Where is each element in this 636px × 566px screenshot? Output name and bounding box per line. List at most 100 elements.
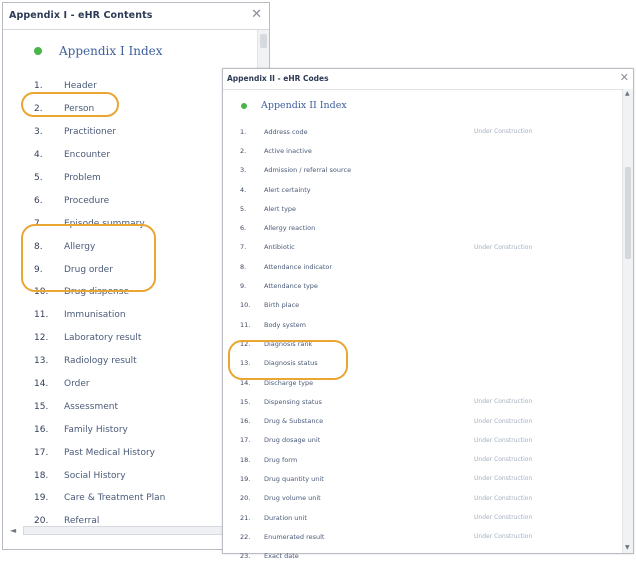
item-link[interactable]: Drug dosage unit — [264, 436, 474, 444]
list-item[interactable]: 4. Encounter — [34, 144, 165, 167]
item-link[interactable]: Assessment — [64, 402, 118, 412]
list-item[interactable]: 5. Problem — [34, 167, 165, 190]
item-link[interactable]: Header — [64, 81, 97, 91]
status-note: Under Construction — [474, 494, 533, 502]
close-icon[interactable]: ✕ — [620, 71, 629, 84]
list-item[interactable]: 23. Exact date — [240, 547, 610, 566]
list-item[interactable]: 11. Body system — [240, 315, 610, 334]
item-number: 17. — [34, 447, 49, 458]
item-link[interactable]: Exact date — [264, 552, 474, 560]
item-link[interactable]: Immunisation — [64, 310, 126, 320]
list-item[interactable]: 16. Drug & Substance Under Construction — [240, 411, 610, 430]
list-item[interactable]: 17. Drug dosage unit Under Construction — [240, 431, 610, 450]
list-item[interactable]: 15. Assessment — [34, 395, 165, 418]
item-link[interactable]: Alert type — [264, 205, 474, 213]
item-link[interactable]: Procedure — [64, 196, 109, 206]
item-link[interactable]: Attendance type — [264, 282, 474, 290]
list-item[interactable]: 3. Admission / referral source — [240, 161, 610, 180]
item-link[interactable]: Duration unit — [264, 514, 474, 522]
item-link[interactable]: Drug quantity unit — [264, 475, 474, 483]
list-item[interactable]: 18. Drug form Under Construction — [240, 450, 610, 469]
item-number: 13. — [34, 356, 49, 367]
status-note: Under Construction — [474, 514, 533, 522]
item-link[interactable]: Order — [64, 379, 90, 389]
item-link[interactable]: Admission / referral source — [264, 166, 474, 174]
item-number: 2. — [240, 146, 247, 155]
item-number: 6. — [240, 224, 247, 233]
item-link[interactable]: Family History — [64, 425, 128, 435]
item-link[interactable]: Problem — [64, 173, 101, 183]
scroll-down-icon[interactable]: ▼ — [625, 544, 630, 551]
list-item[interactable]: 17. Past Medical History — [34, 441, 165, 464]
status-note: Under Construction — [474, 533, 533, 541]
item-link[interactable]: Drug volume unit — [264, 494, 474, 502]
scroll-left-icon[interactable]: ◄ — [10, 526, 16, 535]
scrollbar-thumb[interactable] — [625, 167, 631, 259]
list-item[interactable]: 3. Practitioner — [34, 121, 165, 144]
item-link[interactable]: Encounter — [64, 150, 110, 160]
list-item[interactable]: 10. Birth place — [240, 296, 610, 315]
window-title: Appendix I - eHR Contents — [9, 10, 153, 21]
list-item[interactable]: 11. Immunisation — [34, 304, 165, 327]
index-title[interactable]: Appendix I Index — [59, 44, 163, 58]
item-number: 16. — [240, 417, 251, 426]
window-titlebar[interactable]: Appendix II - eHR Codes ✕ — [223, 69, 633, 90]
item-link[interactable]: Alert certainty — [264, 186, 474, 194]
list-item[interactable]: 1. Address code Under Construction — [240, 122, 610, 141]
item-number: 5. — [240, 204, 247, 213]
item-link[interactable]: Antibiotic — [264, 243, 474, 251]
list-item[interactable]: 6. Allergy reaction — [240, 218, 610, 237]
item-link[interactable]: Body system — [264, 321, 474, 329]
item-link[interactable]: Practitioner — [64, 127, 116, 137]
list-item[interactable]: 8. Attendance indicator — [240, 257, 610, 276]
item-link[interactable]: Care & Treatment Plan — [64, 493, 165, 503]
list-item[interactable]: 7. Antibiotic Under Construction — [240, 238, 610, 257]
list-item[interactable]: 18. Social History — [34, 464, 165, 487]
list-item[interactable]: 5. Alert type — [240, 199, 610, 218]
highlight-drug-group — [21, 224, 156, 292]
item-number: 21. — [240, 513, 251, 522]
item-link[interactable]: Referral — [64, 516, 99, 526]
item-link[interactable]: Past Medical History — [64, 448, 155, 458]
item-link[interactable]: Drug & Substance — [264, 417, 474, 425]
list-item[interactable]: 21. Duration unit Under Construction — [240, 508, 610, 527]
scrollbar-thumb[interactable] — [260, 34, 267, 48]
item-link[interactable]: Drug form — [264, 456, 474, 464]
scroll-up-icon[interactable]: ▲ — [625, 90, 630, 97]
list-item[interactable]: 14. Order — [34, 373, 165, 396]
item-link[interactable]: Allergy reaction — [264, 224, 474, 232]
item-number: 1. — [240, 127, 247, 136]
list-item[interactable]: 20. Drug volume unit Under Construction — [240, 489, 610, 508]
item-link[interactable]: Attendance indicator — [264, 263, 474, 271]
item-number: 8. — [240, 262, 247, 271]
index-title[interactable]: Appendix II Index — [261, 100, 347, 111]
list-item[interactable]: 15. Dispensing status Under Construction — [240, 392, 610, 411]
item-number: 23. — [240, 552, 251, 561]
list-item[interactable]: 2. Active inactive — [240, 141, 610, 160]
list-item[interactable]: 9. Attendance type — [240, 276, 610, 295]
list-item[interactable]: 13. Radiology result — [34, 350, 165, 373]
item-link[interactable]: Active inactive — [264, 147, 474, 155]
item-link[interactable]: Address code — [264, 128, 474, 136]
item-number: 11. — [240, 320, 251, 329]
item-link[interactable]: Birth place — [264, 301, 474, 309]
list-item[interactable]: 19. Drug quantity unit Under Construction — [240, 469, 610, 488]
item-number: 4. — [34, 150, 43, 161]
list-item[interactable]: 22. Enumerated result Under Construction — [240, 527, 610, 546]
vertical-scrollbar[interactable]: ▲ ▼ — [622, 89, 633, 553]
list-item[interactable]: 16. Family History — [34, 418, 165, 441]
list-item[interactable]: 6. Procedure — [34, 189, 165, 212]
item-link[interactable]: Social History — [64, 471, 126, 481]
window-titlebar[interactable]: Appendix I - eHR Contents ✕ — [3, 3, 269, 30]
item-link[interactable]: Laboratory result — [64, 333, 141, 343]
list-item[interactable]: 4. Alert certainty — [240, 180, 610, 199]
item-link[interactable]: Radiology result — [64, 356, 137, 366]
item-number: 7. — [240, 243, 247, 252]
list-item[interactable]: 19. Care & Treatment Plan — [34, 487, 165, 510]
item-link[interactable]: Enumerated result — [264, 533, 474, 541]
list-item[interactable]: 12. Laboratory result — [34, 327, 165, 350]
close-icon[interactable]: ✕ — [251, 7, 262, 22]
index-dot-icon — [34, 47, 42, 55]
item-link[interactable]: Dispensing status — [264, 398, 474, 406]
index-header: Appendix I Index — [34, 44, 163, 58]
